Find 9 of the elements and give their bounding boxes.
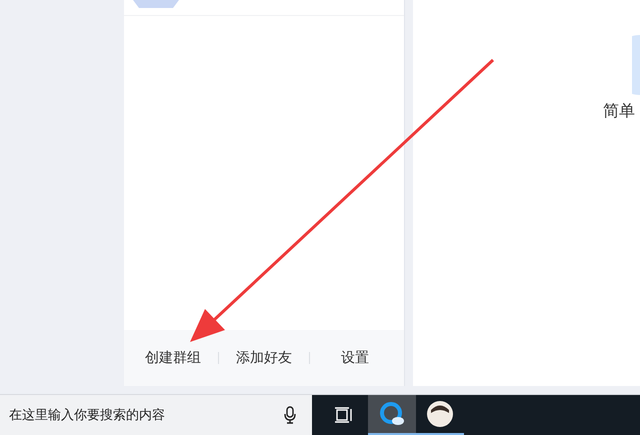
search-field[interactable]: 在这里输入你要搜索的内容 — [7, 406, 284, 424]
task-view-icon — [335, 407, 353, 423]
chat-heading: 简单 — [603, 101, 636, 122]
footer-action-button[interactable]: 设置 — [310, 345, 400, 371]
footer-action-button[interactable]: 添加好友 — [219, 345, 309, 371]
footer-action-button[interactable]: 创建群组 — [128, 345, 218, 371]
cloud-app-icon — [379, 401, 405, 427]
cloud-app-button[interactable] — [368, 395, 416, 435]
microphone-icon — [284, 406, 296, 424]
